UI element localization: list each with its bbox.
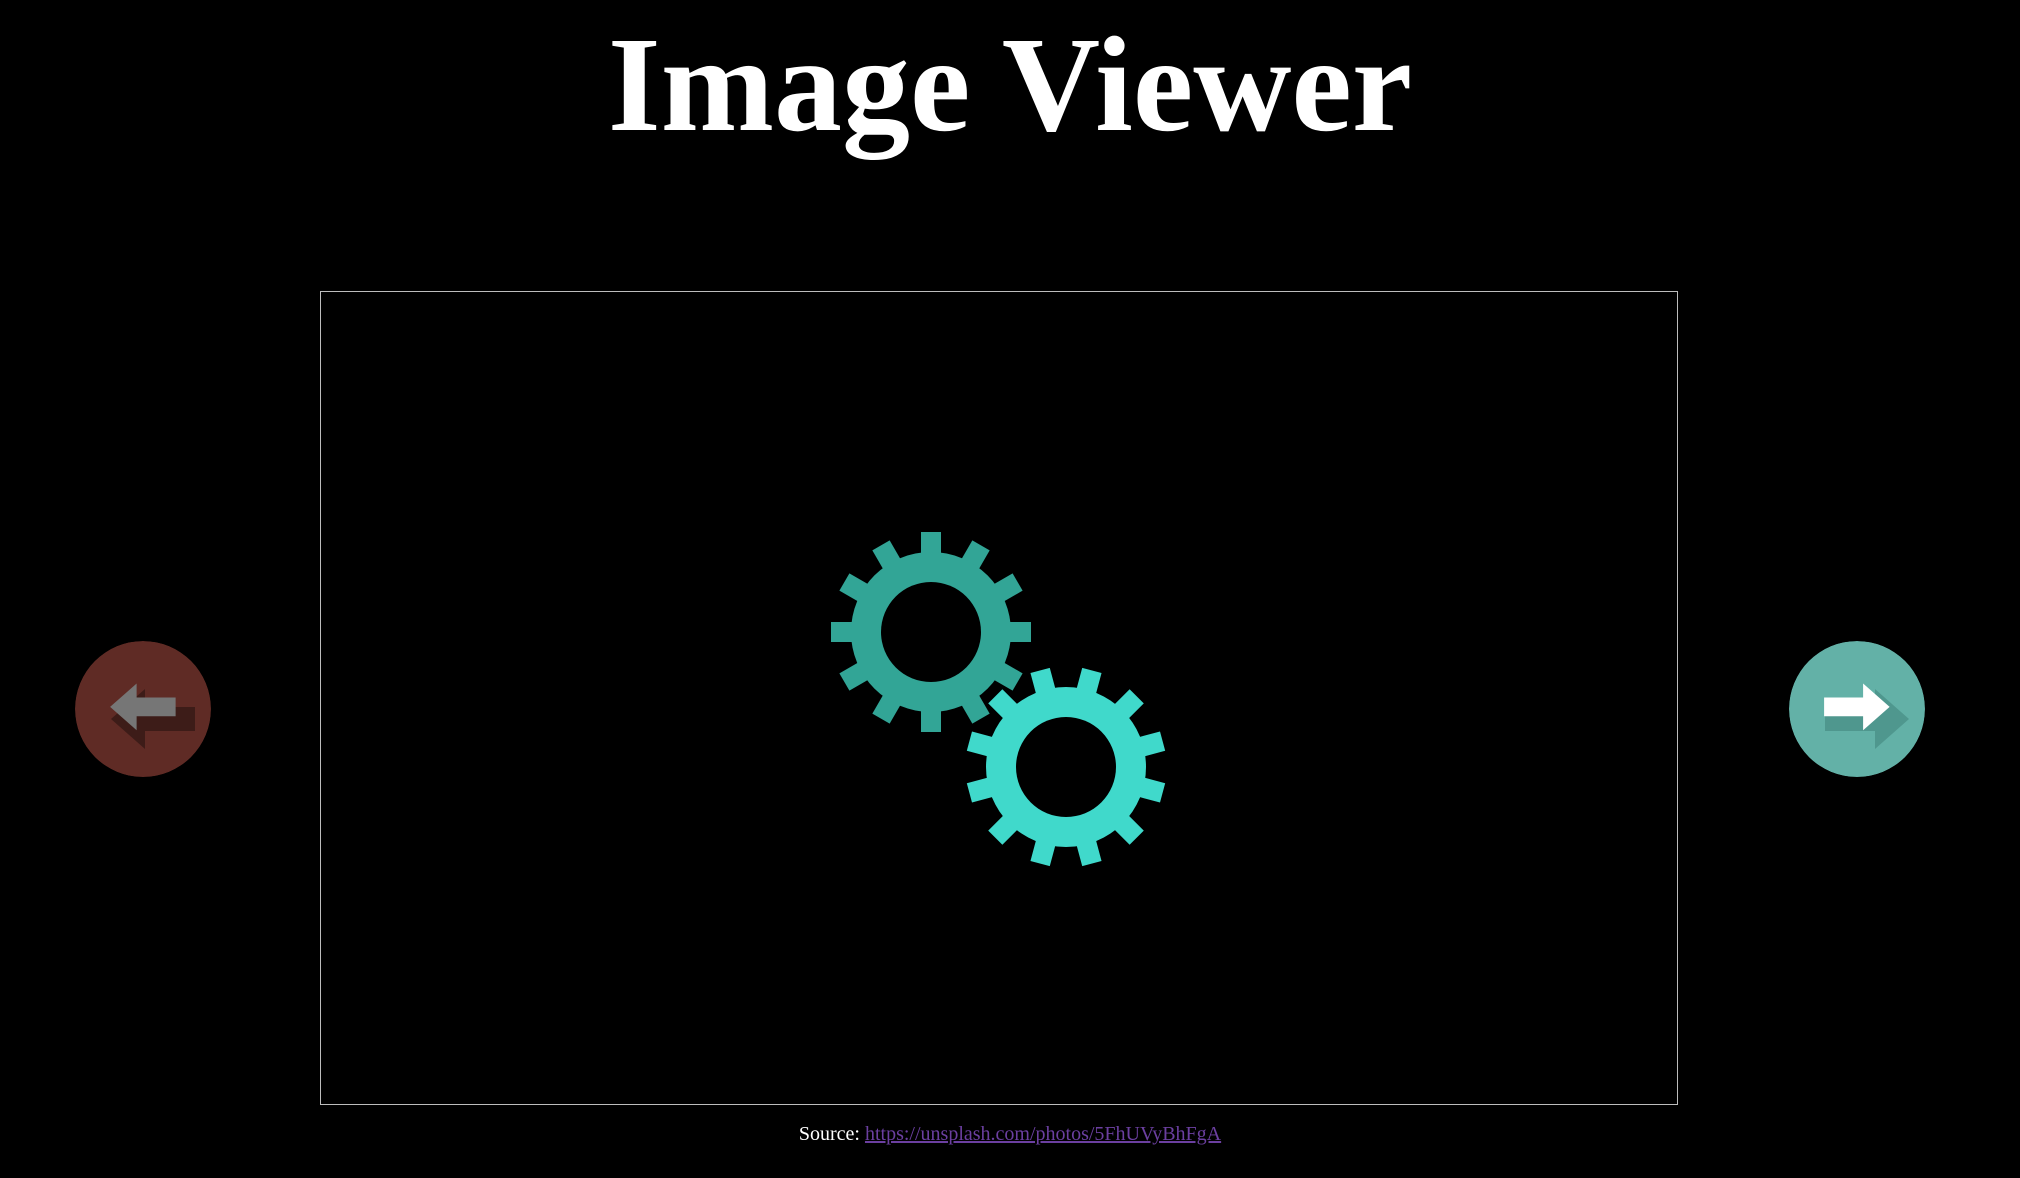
- image-viewer-page: Image Viewer Source: https://unsplash.co…: [0, 0, 2020, 1178]
- gears-icon: [831, 532, 1166, 867]
- previous-image-button[interactable]: [75, 641, 211, 777]
- next-image-button[interactable]: [1789, 641, 1925, 777]
- image-source-caption: Source: https://unsplash.com/photos/5FhU…: [0, 1120, 2020, 1148]
- image-frame: [320, 291, 1678, 1105]
- page-title: Image Viewer: [607, 10, 1413, 160]
- arrow-left-icon: [75, 641, 211, 777]
- source-link[interactable]: https://unsplash.com/photos/5FhUVyBhFgA: [865, 1123, 1221, 1145]
- arrow-right-icon: [1789, 641, 1925, 777]
- source-label: Source:: [798, 1123, 860, 1145]
